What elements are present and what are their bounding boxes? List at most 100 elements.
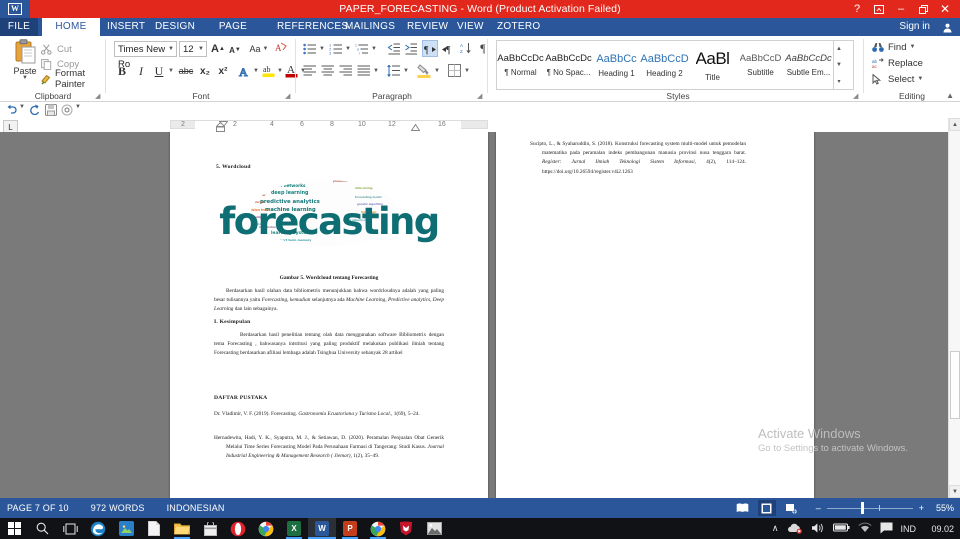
chevron-down-icon[interactable]: ▼ [198,42,204,57]
horizontal-ruler[interactable]: 2 2 4 6 8 10 12 16 [170,118,488,132]
search-icon[interactable] [28,518,56,539]
restore-button[interactable] [912,0,934,18]
wifi-icon[interactable] [857,522,872,535]
left-to-right-icon[interactable]: ¶ [422,40,438,57]
tab-zotero[interactable]: ZOTERO [490,18,540,36]
language-indicator[interactable]: IND [901,524,917,534]
qat-chevron-down-icon[interactable]: ▼ [75,104,81,110]
paste-button[interactable]: Paste ▼ [6,39,44,91]
help-icon[interactable]: ? [846,0,868,18]
font-dialog-launcher[interactable]: ◢ [285,93,293,101]
highlight-icon[interactable]: ab [261,62,275,79]
style-title[interactable]: AaBl Title [689,41,737,89]
superscript-button[interactable]: x² [215,63,231,79]
tab-page-layout[interactable]: PAGE LAYOUT [196,18,270,50]
tab-design[interactable]: DESIGN [148,18,196,36]
underline-button[interactable]: U [151,63,167,79]
tray-chevron-up-icon[interactable]: ∧ [772,523,779,534]
styles-gallery-scroll[interactable]: ▲ ▼ ▾ [833,41,844,89]
borders-chevron-down-icon[interactable]: ▼ [463,65,471,77]
font-name-combobox[interactable]: Times New Ro ▼ [114,41,177,70]
clipboard-dialog-launcher[interactable]: ◢ [95,93,103,101]
zoom-slider[interactable] [826,500,913,516]
document-page-left[interactable]: 5. Wordcloud neural networks deep learni… [170,132,488,498]
style-subtitle[interactable]: AaBbCcD Subtitle [737,41,785,89]
increase-indent-icon[interactable] [403,41,419,56]
align-center-icon[interactable] [320,63,336,78]
word-count[interactable]: 972 WORDS [91,503,145,513]
ribbon-display-options-icon[interactable] [868,0,890,18]
document-canvas[interactable]: 5. Wordcloud neural networks deep learni… [0,132,948,498]
taskbar-app-document[interactable] [140,518,168,539]
gallery-scroll-up-icon[interactable]: ▲ [836,41,842,57]
style-no-spacing[interactable]: AaBbCcDc ¶ No Spac... [545,41,593,89]
taskbar-app-photo-viewer[interactable] [420,518,448,539]
clock[interactable]: 09.02 [924,524,954,534]
align-right-icon[interactable] [338,63,354,78]
close-button[interactable]: ✕ [934,0,956,18]
decrease-indent-icon[interactable] [386,41,402,56]
save-icon[interactable] [45,104,57,119]
tab-home[interactable]: HOME [42,18,100,36]
taskbar-app-powerpoint[interactable]: P [336,518,364,539]
tab-file[interactable]: FILE [0,18,38,36]
style-normal[interactable]: AaBbCcDc ¶ Normal [497,41,545,89]
taskbar-app-excel[interactable]: X [280,518,308,539]
underline-chevron-down-icon[interactable]: ▼ [167,65,175,77]
highlight-chevron-down-icon[interactable]: ▼ [276,65,284,77]
cut-button[interactable]: Cut [40,42,72,56]
language-indicator[interactable]: INDONESIAN [167,503,225,513]
taskbar-app-store[interactable] [196,518,224,539]
gallery-more-icon[interactable]: ▾ [837,73,840,89]
select-button[interactable]: Select ▼ [872,72,923,86]
taskbar-app-file-explorer[interactable] [168,518,196,539]
clear-formatting-icon[interactable]: A [274,41,288,55]
justify-icon[interactable] [356,63,372,78]
tab-insert[interactable]: INSERT [100,18,148,36]
replace-button[interactable]: ab ac Replace [872,56,923,70]
shading-chevron-down-icon[interactable]: ▼ [433,65,441,77]
styles-gallery[interactable]: AaBbCcDc ¶ Normal AaBbCcDc ¶ No Spac... … [496,40,854,90]
battery-icon[interactable] [832,523,850,534]
text-effects-chevron-down-icon[interactable]: ▼ [252,65,260,77]
bullets-chevron-down-icon[interactable]: ▼ [318,43,326,55]
collapse-ribbon-icon[interactable]: ▲ [946,91,954,100]
justify-chevron-down-icon[interactable]: ▼ [372,65,380,77]
minimize-button[interactable]: – [890,0,912,18]
taskbar-app-photos[interactable] [112,518,140,539]
read-mode-icon[interactable] [734,500,752,516]
style-subtle-emphasis[interactable]: AaBbCcDc Subtle Em... [785,41,833,89]
bullets-icon[interactable] [302,41,318,56]
grow-font-button[interactable]: A ▲ [211,41,225,57]
font-size-combobox[interactable]: 12 ▼ [179,41,207,57]
zoom-level[interactable]: 55% [930,503,954,513]
find-chevron-down-icon[interactable]: ▼ [909,44,915,50]
tab-references[interactable]: REFERENCES [270,18,348,36]
align-left-icon[interactable] [302,63,318,78]
scrollbar-thumb[interactable] [950,351,960,419]
taskbar-app-word[interactable]: W [308,518,336,539]
italic-button[interactable]: I [133,63,149,79]
onedrive-error-icon[interactable] [787,522,803,536]
styles-dialog-launcher[interactable]: ◢ [853,93,861,101]
bold-button[interactable]: B [114,63,130,79]
print-layout-icon[interactable] [757,500,776,516]
format-painter-button[interactable]: Format Painter [40,68,106,90]
taskbar-app-chrome[interactable] [252,518,280,539]
undo-chevron-down-icon[interactable]: ▼ [19,104,25,110]
chevron-down-icon[interactable]: ▼ [168,42,174,57]
web-layout-icon[interactable] [782,500,800,516]
right-to-left-icon[interactable]: ¶ [439,41,455,56]
sort-icon[interactable]: AZ [459,41,473,56]
shrink-font-button[interactable]: A ▼ [228,42,242,58]
multilevel-chevron-down-icon[interactable]: ▼ [370,43,378,55]
start-button[interactable] [0,518,28,539]
redo-icon[interactable] [28,104,41,118]
undo-icon[interactable] [5,104,18,118]
paragraph-dialog-launcher[interactable]: ◢ [477,93,485,101]
scroll-up-icon[interactable]: ▲ [949,118,960,131]
sign-in-link[interactable]: Sign in [899,18,930,36]
account-avatar-icon[interactable] [940,20,954,34]
zoom-out-button[interactable]: – [816,503,821,513]
borders-icon[interactable] [446,63,462,78]
